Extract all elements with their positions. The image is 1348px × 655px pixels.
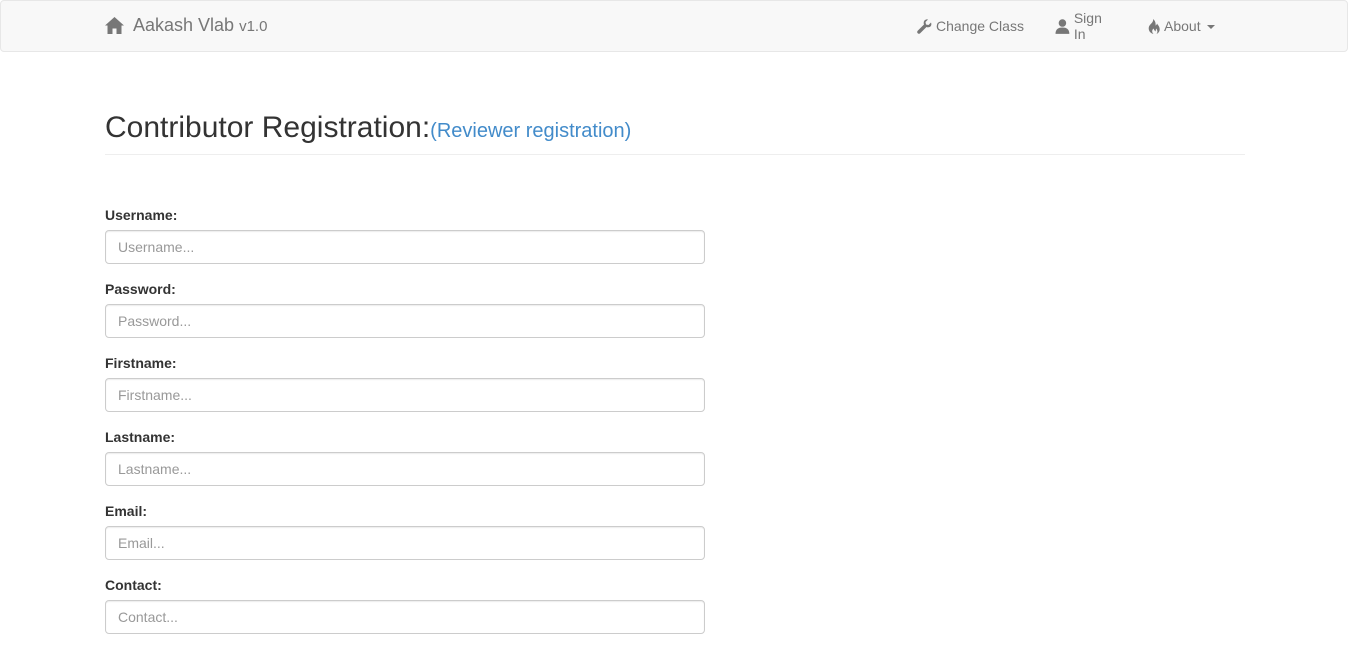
registration-form: Username: Password: Firstname: Lastname:… <box>105 207 705 651</box>
brand-version: v1.0 <box>239 18 268 35</box>
change-class-label: Change Class <box>936 18 1024 34</box>
nav-change-class[interactable]: Change Class <box>917 18 1026 34</box>
sign-in-label: Sign In <box>1073 10 1102 42</box>
firstname-input[interactable] <box>105 378 705 412</box>
nav-sign-in[interactable]: Sign In <box>1055 10 1117 42</box>
user-icon <box>1055 18 1070 34</box>
nav-right: Change Class Sign In About <box>917 1 1215 51</box>
page-title: Contributor Registration:(Reviewer regis… <box>105 111 1245 148</box>
password-group: Password: <box>105 281 705 355</box>
email-group: Email: <box>105 503 705 577</box>
contact-label: Contact: <box>105 577 162 593</box>
caret-down-icon <box>1206 25 1215 29</box>
firstname-group: Firstname: <box>105 355 705 429</box>
username-label: Username: <box>105 207 178 223</box>
top-navbar: Aakash Vlab v1.0 Change Class Sign In Ab… <box>0 0 1348 52</box>
password-input[interactable] <box>105 304 705 338</box>
password-label: Password: <box>105 281 176 297</box>
fire-icon <box>1148 18 1160 34</box>
about-label: About <box>1164 18 1201 34</box>
brand-link[interactable]: Aakash Vlab v1.0 <box>105 15 267 36</box>
lastname-label: Lastname: <box>105 429 176 445</box>
username-group: Username: <box>105 207 705 281</box>
username-input[interactable] <box>105 230 705 264</box>
nav-about-dropdown[interactable]: About <box>1147 18 1215 34</box>
brand-name: Aakash Vlab <box>133 15 235 35</box>
lastname-input[interactable] <box>105 452 705 486</box>
firstname-label: Firstname: <box>105 355 177 371</box>
email-label: Email: <box>105 503 148 519</box>
lastname-group: Lastname: <box>105 429 705 503</box>
email-input[interactable] <box>105 526 705 560</box>
home-icon <box>105 17 124 34</box>
contact-input[interactable] <box>105 600 705 634</box>
page-header: Contributor Registration:(Reviewer regis… <box>105 111 1245 155</box>
wrench-icon <box>917 18 932 34</box>
page-title-text: Contributor Registration: <box>105 111 431 144</box>
contact-group: Contact: <box>105 577 705 651</box>
reviewer-registration-link[interactable]: (Reviewer registration) <box>430 120 631 142</box>
